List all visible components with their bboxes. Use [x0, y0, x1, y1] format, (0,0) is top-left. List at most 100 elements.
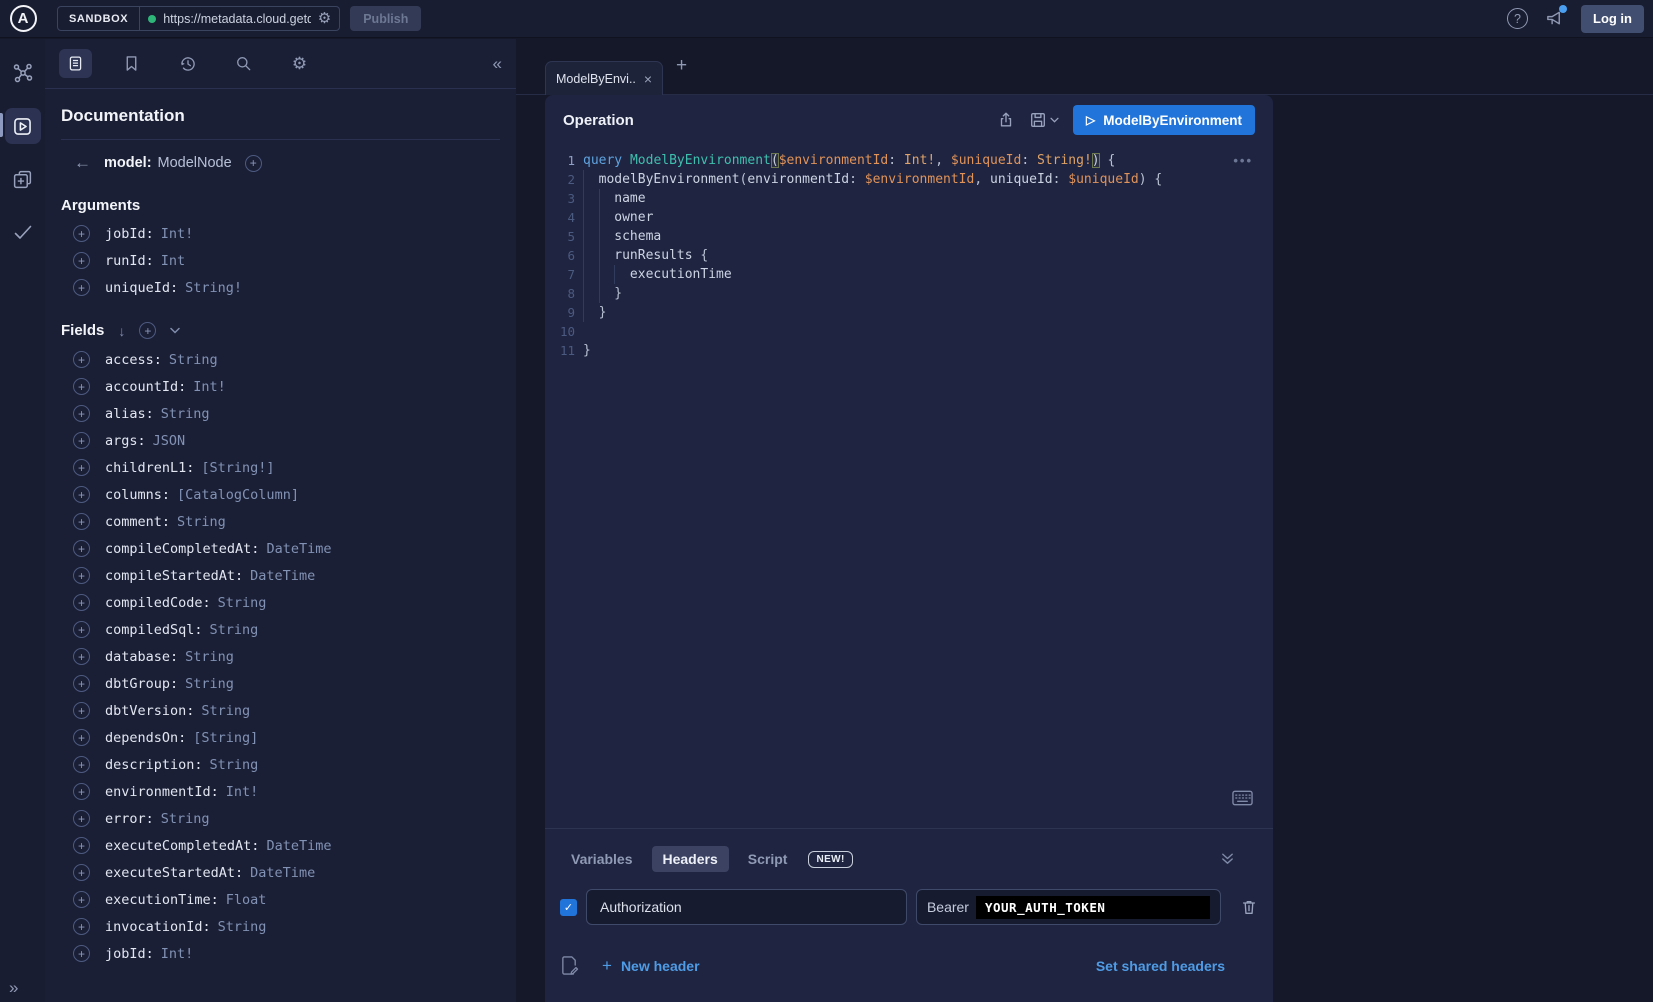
field-type[interactable]: DateTime	[266, 838, 331, 854]
graph-icon[interactable]	[5, 55, 41, 91]
field-type[interactable]: String	[218, 595, 267, 611]
add-field-button[interactable]: +	[73, 378, 90, 395]
set-shared-headers-link[interactable]: Set shared headers	[1096, 958, 1225, 974]
announcements-icon[interactable]	[1545, 9, 1564, 28]
field-type[interactable]: Int!	[161, 226, 194, 242]
keyboard-shortcuts-icon[interactable]	[1232, 790, 1253, 806]
field-type[interactable]: String	[169, 352, 218, 368]
field-type[interactable]: String	[201, 703, 250, 719]
field-type[interactable]: Int!	[193, 379, 226, 395]
collapse-panel-icon[interactable]: «	[493, 54, 502, 74]
run-operation-button[interactable]: ▷ ModelByEnvironment	[1073, 105, 1255, 135]
add-field-button[interactable]: +	[73, 351, 90, 368]
search-icon[interactable]	[227, 49, 260, 78]
add-field-button[interactable]: +	[73, 459, 90, 476]
field-name[interactable]: executeStartedAt:	[105, 865, 243, 881]
add-field-button[interactable]: +	[73, 837, 90, 854]
close-tab-icon[interactable]: ×	[644, 71, 652, 87]
field-name[interactable]: childrenL1:	[105, 460, 194, 476]
add-field-button[interactable]: +	[73, 675, 90, 692]
header-value-input[interactable]: Bearer YOUR_AUTH_TOKEN	[916, 889, 1221, 925]
field-name[interactable]: compiledSql:	[105, 622, 203, 638]
field-name[interactable]: dependsOn:	[105, 730, 186, 746]
header-enabled-checkbox[interactable]: ✓	[560, 899, 577, 916]
add-field-button[interactable]: +	[73, 756, 90, 773]
settings-icon[interactable]: ⚙	[283, 49, 316, 78]
field-name[interactable]: access:	[105, 352, 162, 368]
apollo-logo[interactable]: A	[0, 5, 46, 32]
publish-button[interactable]: Publish	[350, 6, 421, 31]
back-icon[interactable]: ←	[74, 153, 91, 173]
auth-token-value[interactable]: YOUR_AUTH_TOKEN	[976, 896, 1210, 919]
field-type[interactable]: [CatalogColumn]	[177, 487, 299, 503]
add-field-button[interactable]: +	[73, 225, 90, 242]
help-icon[interactable]: ?	[1507, 8, 1528, 29]
field-type[interactable]: String	[210, 622, 259, 638]
save-menu-chevron-icon[interactable]	[1050, 117, 1059, 123]
field-name[interactable]: uniqueId:	[105, 280, 178, 296]
field-type[interactable]: String	[185, 676, 234, 692]
add-field-button[interactable]: +	[73, 729, 90, 746]
field-name[interactable]: database:	[105, 649, 178, 665]
collapse-request-bar-icon[interactable]	[1220, 851, 1235, 866]
share-icon[interactable]	[997, 111, 1015, 129]
request-tab-headers[interactable]: Headers	[652, 846, 729, 872]
add-field-button[interactable]: +	[73, 918, 90, 935]
new-header-button[interactable]: + New header	[602, 956, 700, 976]
field-name[interactable]: runId:	[105, 253, 154, 269]
field-type[interactable]: JSON	[153, 433, 186, 449]
field-type[interactable]: Int	[161, 253, 185, 269]
editor-code[interactable]: query ModelByEnvironment($environmentId:…	[583, 151, 1243, 360]
add-field-button[interactable]: +	[73, 621, 90, 638]
file-edit-icon[interactable]	[560, 955, 579, 976]
field-type[interactable]: String	[185, 649, 234, 665]
field-name[interactable]: invocationId:	[105, 919, 211, 935]
add-field-button[interactable]: +	[73, 567, 90, 584]
expand-rail-icon[interactable]: »	[9, 978, 16, 998]
editor-menu-icon[interactable]: •••	[1233, 153, 1253, 168]
field-type[interactable]: String	[177, 514, 226, 530]
field-name[interactable]: alias:	[105, 406, 154, 422]
field-name[interactable]: description:	[105, 757, 203, 773]
field-type[interactable]: String	[161, 811, 210, 827]
field-type[interactable]: DateTime	[250, 568, 315, 584]
field-name[interactable]: dbtGroup:	[105, 676, 178, 692]
add-field-button[interactable]: +	[73, 252, 90, 269]
explorer-icon[interactable]	[5, 108, 41, 144]
add-field-button[interactable]: +	[73, 279, 90, 296]
field-type[interactable]: String	[161, 406, 210, 422]
field-name[interactable]: columns:	[105, 487, 170, 503]
breadcrumb-type[interactable]: ModelNode	[158, 155, 232, 171]
field-type[interactable]: String!	[185, 280, 242, 296]
add-field-button[interactable]: +	[73, 783, 90, 800]
field-name[interactable]: executeCompletedAt:	[105, 838, 259, 854]
add-field-button[interactable]: +	[73, 405, 90, 422]
field-name[interactable]: args:	[105, 433, 146, 449]
field-name[interactable]: dbtVersion:	[105, 703, 194, 719]
login-button[interactable]: Log in	[1581, 5, 1644, 33]
operation-editor[interactable]: 1234567891011 query ModelByEnvironment($…	[545, 151, 1273, 821]
endpoint-url-text[interactable]: https://metadata.cloud.getd	[163, 12, 311, 26]
request-tab-variables[interactable]: Variables	[560, 846, 644, 872]
add-field-button[interactable]: +	[73, 810, 90, 827]
checks-icon[interactable]	[5, 214, 41, 250]
field-type[interactable]: Int!	[226, 784, 259, 800]
collections-icon[interactable]	[5, 161, 41, 197]
field-type[interactable]: [String]	[193, 730, 258, 746]
field-type[interactable]: Int!	[161, 946, 194, 962]
field-name[interactable]: jobId:	[105, 946, 154, 962]
endpoint-settings-icon[interactable]: ⚙	[318, 11, 331, 26]
request-tab-script[interactable]: Script	[737, 846, 799, 872]
field-name[interactable]: environmentId:	[105, 784, 219, 800]
endpoint-url-input[interactable]: https://metadata.cloud.getd ⚙	[139, 7, 339, 30]
add-field-button[interactable]: +	[73, 891, 90, 908]
field-type[interactable]: DateTime	[250, 865, 315, 881]
add-field-button[interactable]: +	[73, 513, 90, 530]
fields-menu-chevron-icon[interactable]	[170, 327, 180, 334]
new-tab-icon[interactable]: +	[676, 55, 687, 77]
add-type-button[interactable]: +	[245, 155, 262, 172]
add-field-button[interactable]: +	[73, 594, 90, 611]
field-type[interactable]: [String!]	[201, 460, 274, 476]
field-name[interactable]: compiledCode:	[105, 595, 211, 611]
save-group[interactable]	[1029, 111, 1059, 129]
